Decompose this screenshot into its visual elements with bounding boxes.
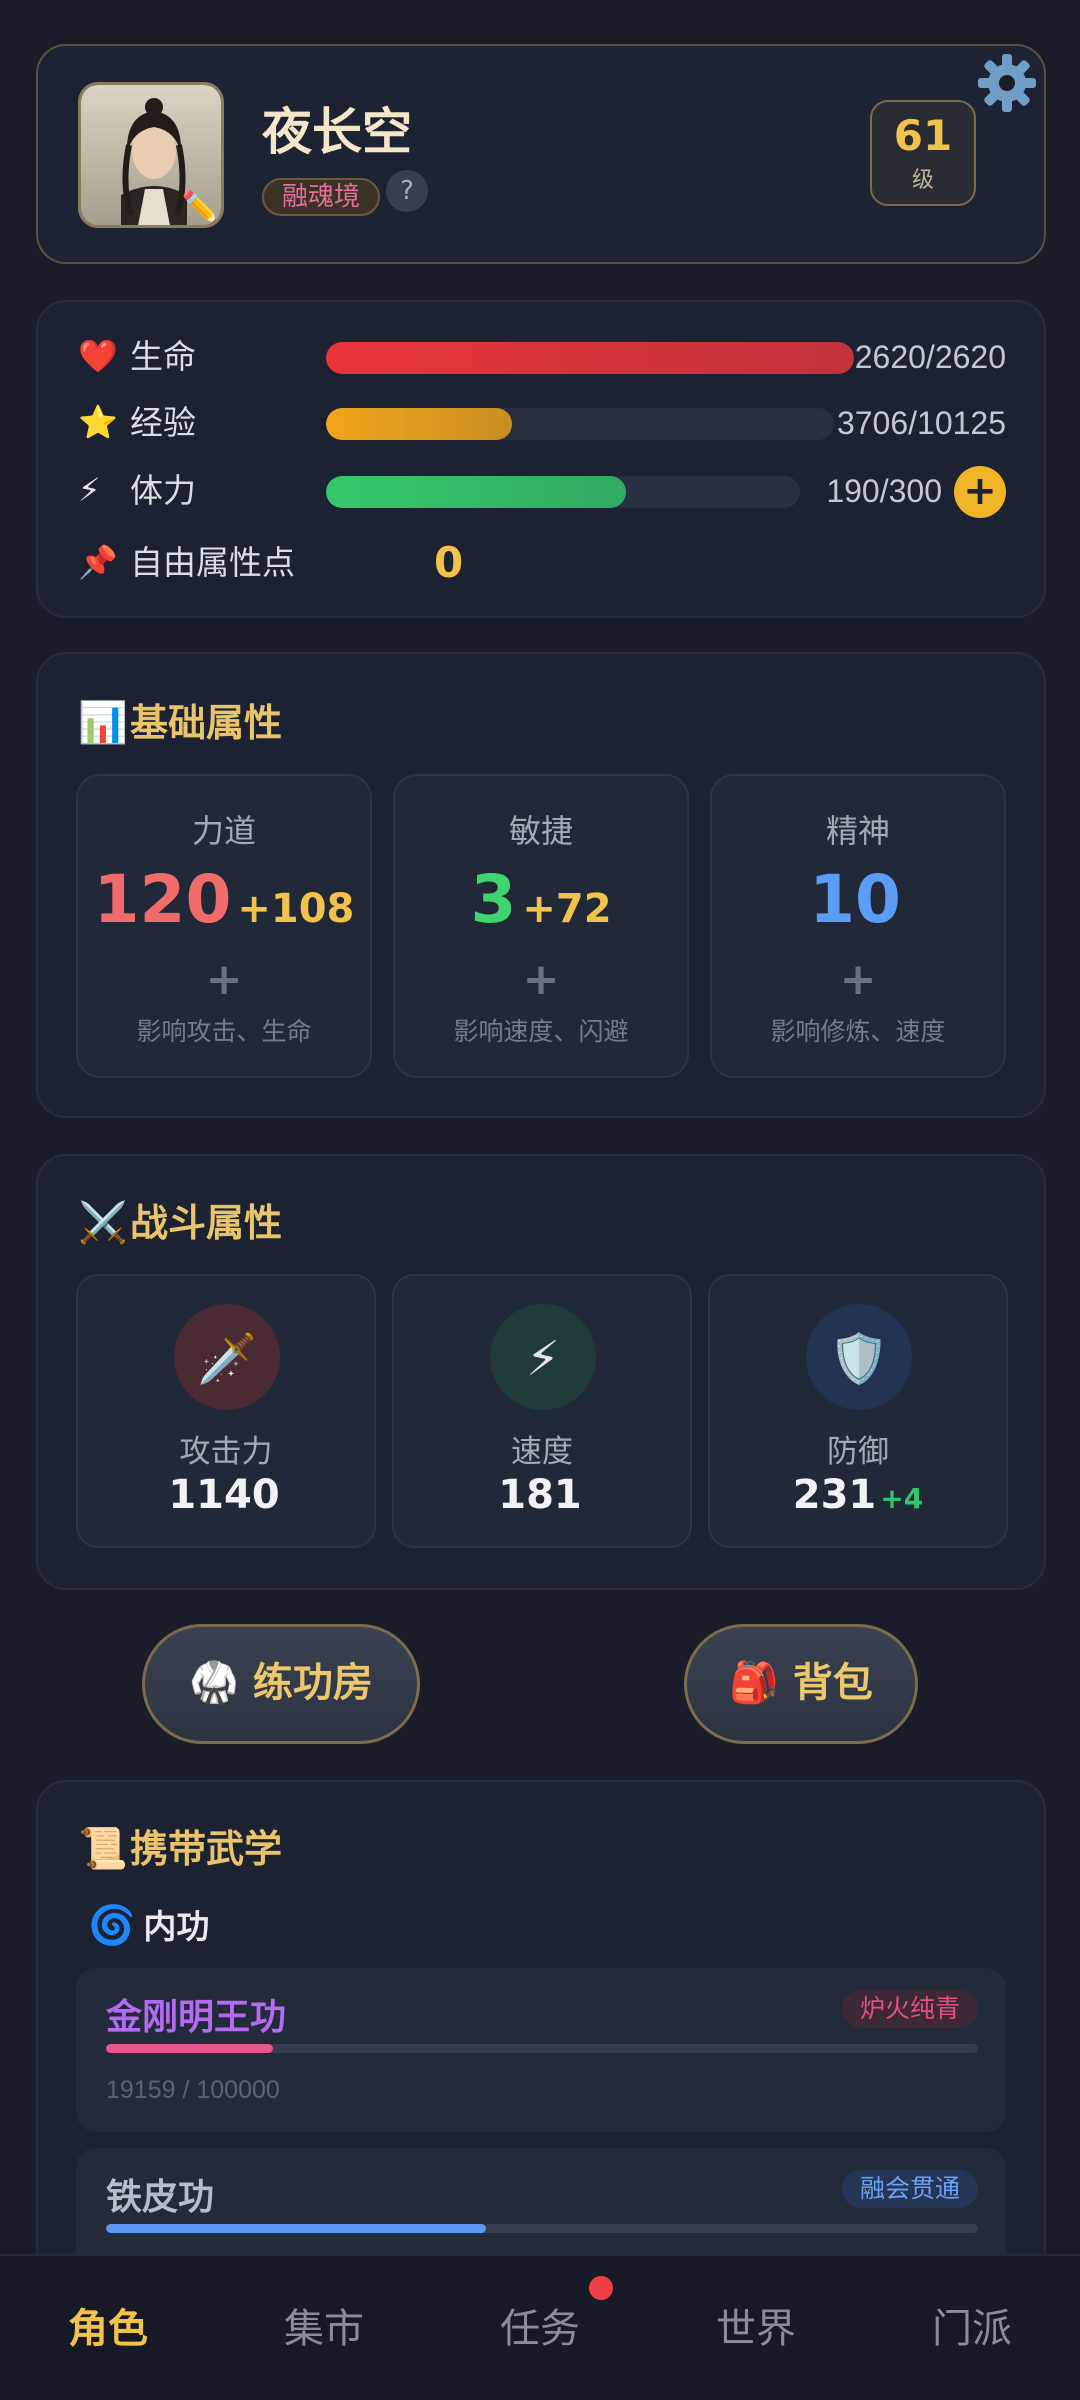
attr-agility: 敏捷 3 +72 + 影响速度、闪避: [393, 774, 689, 1078]
add-agility-button[interactable]: +: [395, 954, 687, 1005]
martial-arts-uniform-icon: 🥋: [189, 1660, 239, 1706]
pin-icon: 📌: [78, 543, 118, 581]
skill-name: 金刚明王功: [106, 1997, 287, 2038]
attr-spirit: 精神 10 + 影响修炼、速度: [710, 774, 1006, 1078]
combat-value: 181: [498, 1472, 582, 1518]
attr-desc: 影响攻击、生命: [136, 1017, 312, 1046]
attr-name: 精神: [825, 812, 890, 850]
notification-dot: [589, 2276, 613, 2300]
skill-rank-tag: 融会贯通: [841, 2170, 978, 2208]
combat-attributes-card: ⚔️战斗属性 🗡️ 攻击力 1140 ⚡ 速度 181 🛡️ 防御 231 +4: [36, 1154, 1046, 1590]
attr-name: 敏捷: [508, 812, 573, 850]
skill-progress-bar: [106, 2224, 978, 2233]
exp-row: ⭐ 经验 3706/10125: [78, 398, 1006, 448]
exp-value: 3706/10125: [836, 405, 1006, 441]
backpack-icon: 🎒: [729, 1660, 779, 1706]
add-stamina-button[interactable]: +: [954, 466, 1006, 518]
attr-bonus: +108: [237, 886, 355, 932]
bar-chart-icon: 📊: [78, 700, 128, 746]
add-spirit-button[interactable]: +: [712, 954, 1004, 1005]
combat-name: 速度: [511, 1434, 573, 1470]
realm-badge: 融魂境: [262, 178, 381, 216]
skill-progress-fill: [106, 2224, 487, 2233]
stamina-bar: [326, 476, 800, 508]
skill-rank-tag: 炉火纯青: [841, 1990, 978, 2028]
hp-value: 2620/2620: [854, 339, 1006, 375]
lightning-icon: ⚡: [78, 471, 101, 509]
defense-bonus: +4: [880, 1482, 924, 1515]
nav-world[interactable]: 世界: [648, 2256, 864, 2400]
crossed-swords-icon: ⚔️: [78, 1200, 128, 1246]
level-badge: 61 级: [870, 100, 976, 206]
bottom-nav: 角色 集市 任务 世界 门派: [0, 2254, 1080, 2400]
attr-desc: 影响修炼、速度: [770, 1017, 946, 1046]
gear-icon[interactable]: [976, 52, 1038, 114]
combat-speed: ⚡ 速度 181: [392, 1274, 692, 1548]
free-points-label: 自由属性点: [130, 543, 295, 582]
heart-icon: ❤️: [78, 337, 118, 375]
attr-name: 力道: [191, 812, 256, 850]
shield-icon: 🛡️: [806, 1304, 912, 1410]
nav-role[interactable]: 角色: [0, 2256, 216, 2400]
free-points-row: 📌 自由属性点 0: [78, 538, 1006, 588]
martial-arts-card: 📜携带武学 🌀 内功 金刚明王功 炉火纯青 19159 / 100000 铁皮功 …: [36, 1780, 1046, 2300]
level-unit: 级: [911, 168, 934, 193]
combat-value: 231 +4: [792, 1472, 924, 1518]
stamina-row: ⚡ 体力 190/300 +: [78, 466, 1006, 518]
martial-arts-title: 📜携带武学: [78, 1826, 283, 1872]
lightning-icon: ⚡: [490, 1304, 596, 1410]
avatar[interactable]: ✏️: [78, 82, 224, 228]
bag-button[interactable]: 🎒 背包: [684, 1624, 918, 1744]
hp-row: ❤️ 生命 2620/2620: [78, 332, 1006, 382]
stamina-bar-fill: [326, 476, 627, 508]
player-name: 夜长空: [262, 103, 412, 161]
nav-sect[interactable]: 门派: [864, 2256, 1080, 2400]
nav-market[interactable]: 集市: [216, 2256, 432, 2400]
help-button[interactable]: ?: [386, 170, 428, 212]
skill-name: 铁皮功: [106, 2177, 215, 2218]
combat-value: 1140: [168, 1472, 280, 1518]
stamina-label: 体力: [130, 471, 196, 510]
training-room-button[interactable]: 🥋 练功房: [142, 1624, 420, 1744]
combat-defense: 🛡️ 防御 231 +4: [708, 1274, 1008, 1548]
free-points-value: 0: [434, 538, 464, 587]
scroll-icon: 📜: [78, 1826, 128, 1872]
level-number: 61: [893, 111, 953, 160]
star-icon: ⭐: [78, 403, 118, 441]
exp-label: 经验: [130, 403, 196, 442]
attr-value: 120 +108: [93, 861, 355, 938]
base-attributes-title: 📊基础属性: [78, 700, 283, 746]
stats-card: ❤️ 生命 2620/2620 ⭐ 经验 3706/10125 ⚡ 体力 190…: [36, 300, 1046, 618]
combat-name: 攻击力: [179, 1434, 273, 1470]
attr-value: 3 +72: [470, 861, 612, 938]
dagger-icon: 🗡️: [174, 1304, 280, 1410]
cyclone-icon: 🌀: [88, 1903, 136, 1947]
combat-attack: 🗡️ 攻击力 1140: [76, 1274, 376, 1548]
skill-card[interactable]: 金刚明王功 炉火纯青 19159 / 100000: [76, 1968, 1006, 2132]
skill-progress-fill: [106, 2044, 274, 2053]
attr-bonus: +72: [522, 886, 612, 932]
attr-desc: 影响速度、闪避: [453, 1017, 629, 1046]
add-strength-button[interactable]: +: [78, 954, 370, 1005]
exp-bar-fill: [326, 408, 512, 440]
hp-bar: [326, 342, 854, 374]
nav-tasks[interactable]: 任务: [432, 2256, 648, 2400]
stamina-value: 190/300: [826, 473, 942, 509]
exp-bar: [326, 408, 834, 440]
base-attributes-card: 📊基础属性 力道 120 +108 + 影响攻击、生命 敏捷 3 +72 + 影响速…: [36, 652, 1046, 1118]
attr-strength: 力道 120 +108 + 影响攻击、生命: [76, 774, 372, 1078]
combat-name: 防御: [827, 1434, 889, 1470]
edit-icon[interactable]: ✏️: [182, 190, 219, 225]
hp-label: 生命: [130, 337, 196, 376]
skill-progress-text: 19159 / 100000: [106, 2076, 280, 2104]
attr-value: 10: [809, 861, 901, 938]
profile-card: ✏️ 夜长空 融魂境 ? 61 级: [36, 44, 1046, 264]
combat-attributes-title: ⚔️战斗属性: [78, 1200, 283, 1246]
skill-progress-bar: [106, 2044, 978, 2053]
neigong-subtitle: 🌀 内功: [88, 1903, 210, 1947]
hp-bar-fill: [326, 342, 854, 374]
